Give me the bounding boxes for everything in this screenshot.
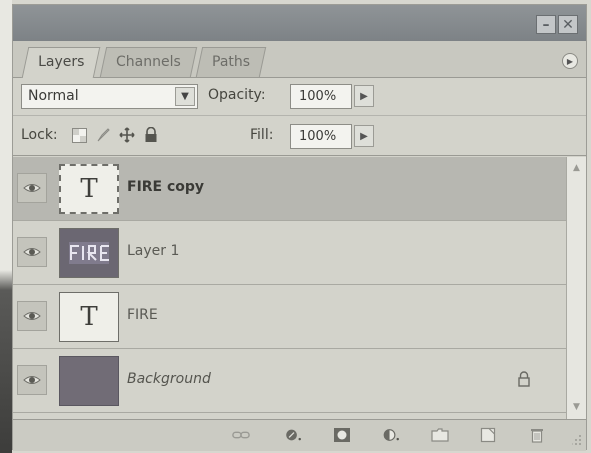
eye-icon: [23, 312, 41, 320]
lock-options-row: Lock: Fill: 100% ▶: [13, 117, 586, 156]
minimize-icon[interactable]: –: [536, 15, 556, 34]
lock-label: Lock:: [21, 127, 58, 143]
eye-icon: [23, 376, 41, 384]
fill-field[interactable]: 100%: [290, 124, 352, 149]
tab-channels[interactable]: Channels: [99, 47, 197, 77]
adjustment-layer-icon[interactable]: [383, 427, 401, 443]
link-layers-icon[interactable]: [232, 427, 250, 443]
text-layer-thumbnail[interactable]: T: [59, 292, 119, 342]
layer-row[interactable]: T FIRE copy: [13, 157, 566, 221]
background-document-edge: [0, 0, 12, 453]
delete-layer-icon[interactable]: [528, 427, 546, 443]
layer-row[interactable]: Background: [13, 349, 566, 413]
panel-tabs: Layers Channels Paths ▶: [13, 41, 586, 78]
new-layer-icon[interactable]: [479, 427, 497, 443]
lock-position-icon[interactable]: [119, 127, 135, 143]
layers-panel: – ✕ Layers Channels Paths ▶ Normal ▼ Opa…: [12, 4, 587, 451]
visibility-toggle[interactable]: [17, 301, 47, 331]
lock-image-pixels-icon[interactable]: [95, 127, 111, 143]
visibility-toggle[interactable]: [17, 365, 47, 395]
eye-icon: [23, 184, 41, 192]
panel-titlebar[interactable]: – ✕: [13, 5, 586, 41]
layer-name[interactable]: Layer 1: [127, 243, 179, 259]
visibility-toggle[interactable]: [17, 237, 47, 267]
layer-row[interactable]: T FIRE: [13, 285, 566, 349]
close-icon[interactable]: ✕: [558, 15, 578, 34]
fill-label: Fill:: [250, 127, 274, 143]
tab-paths[interactable]: Paths: [195, 47, 267, 77]
text-layer-thumbnail[interactable]: T: [59, 164, 119, 214]
layer-name[interactable]: Background: [127, 371, 211, 387]
fill-slider-button[interactable]: ▶: [354, 125, 374, 147]
layer-name[interactable]: FIRE: [127, 307, 158, 323]
tab-layers[interactable]: Layers: [21, 47, 101, 78]
opacity-slider-button[interactable]: ▶: [354, 85, 374, 107]
layer-name[interactable]: FIRE copy: [127, 179, 204, 195]
scroll-down-icon[interactable]: ▼: [569, 400, 584, 415]
panel-bottom-toolbar: [13, 419, 586, 451]
eye-icon: [23, 248, 41, 256]
chevron-down-icon[interactable]: ▼: [175, 87, 195, 106]
panel-menu-icon[interactable]: ▶: [562, 53, 578, 69]
visibility-toggle[interactable]: [17, 173, 47, 203]
opacity-label: Opacity:: [208, 87, 266, 103]
layers-list: T FIRE copy Layer 1 T FIRE Background: [13, 157, 566, 419]
layer-mask-icon[interactable]: [333, 427, 351, 443]
fire-artwork-thumbnail: [61, 230, 117, 276]
new-group-icon[interactable]: [431, 427, 449, 443]
layer-style-icon[interactable]: [285, 427, 303, 443]
blend-options-row: Normal ▼ Opacity: 100% ▶: [13, 77, 586, 116]
background-layer-thumbnail[interactable]: [59, 356, 119, 406]
layer-row[interactable]: Layer 1: [13, 221, 566, 285]
blend-mode-value: Normal: [28, 88, 79, 104]
lock-all-icon[interactable]: [143, 127, 159, 143]
opacity-field[interactable]: 100%: [290, 84, 352, 109]
lock-icon: [518, 371, 530, 387]
lock-transparency-icon[interactable]: [71, 127, 87, 143]
image-layer-thumbnail[interactable]: [59, 228, 119, 278]
resize-grip-icon[interactable]: [572, 434, 582, 446]
scroll-up-icon[interactable]: ▲: [569, 161, 584, 176]
blend-mode-select[interactable]: Normal ▼: [21, 84, 198, 109]
layers-scrollbar[interactable]: ▲ ▼: [566, 157, 586, 419]
